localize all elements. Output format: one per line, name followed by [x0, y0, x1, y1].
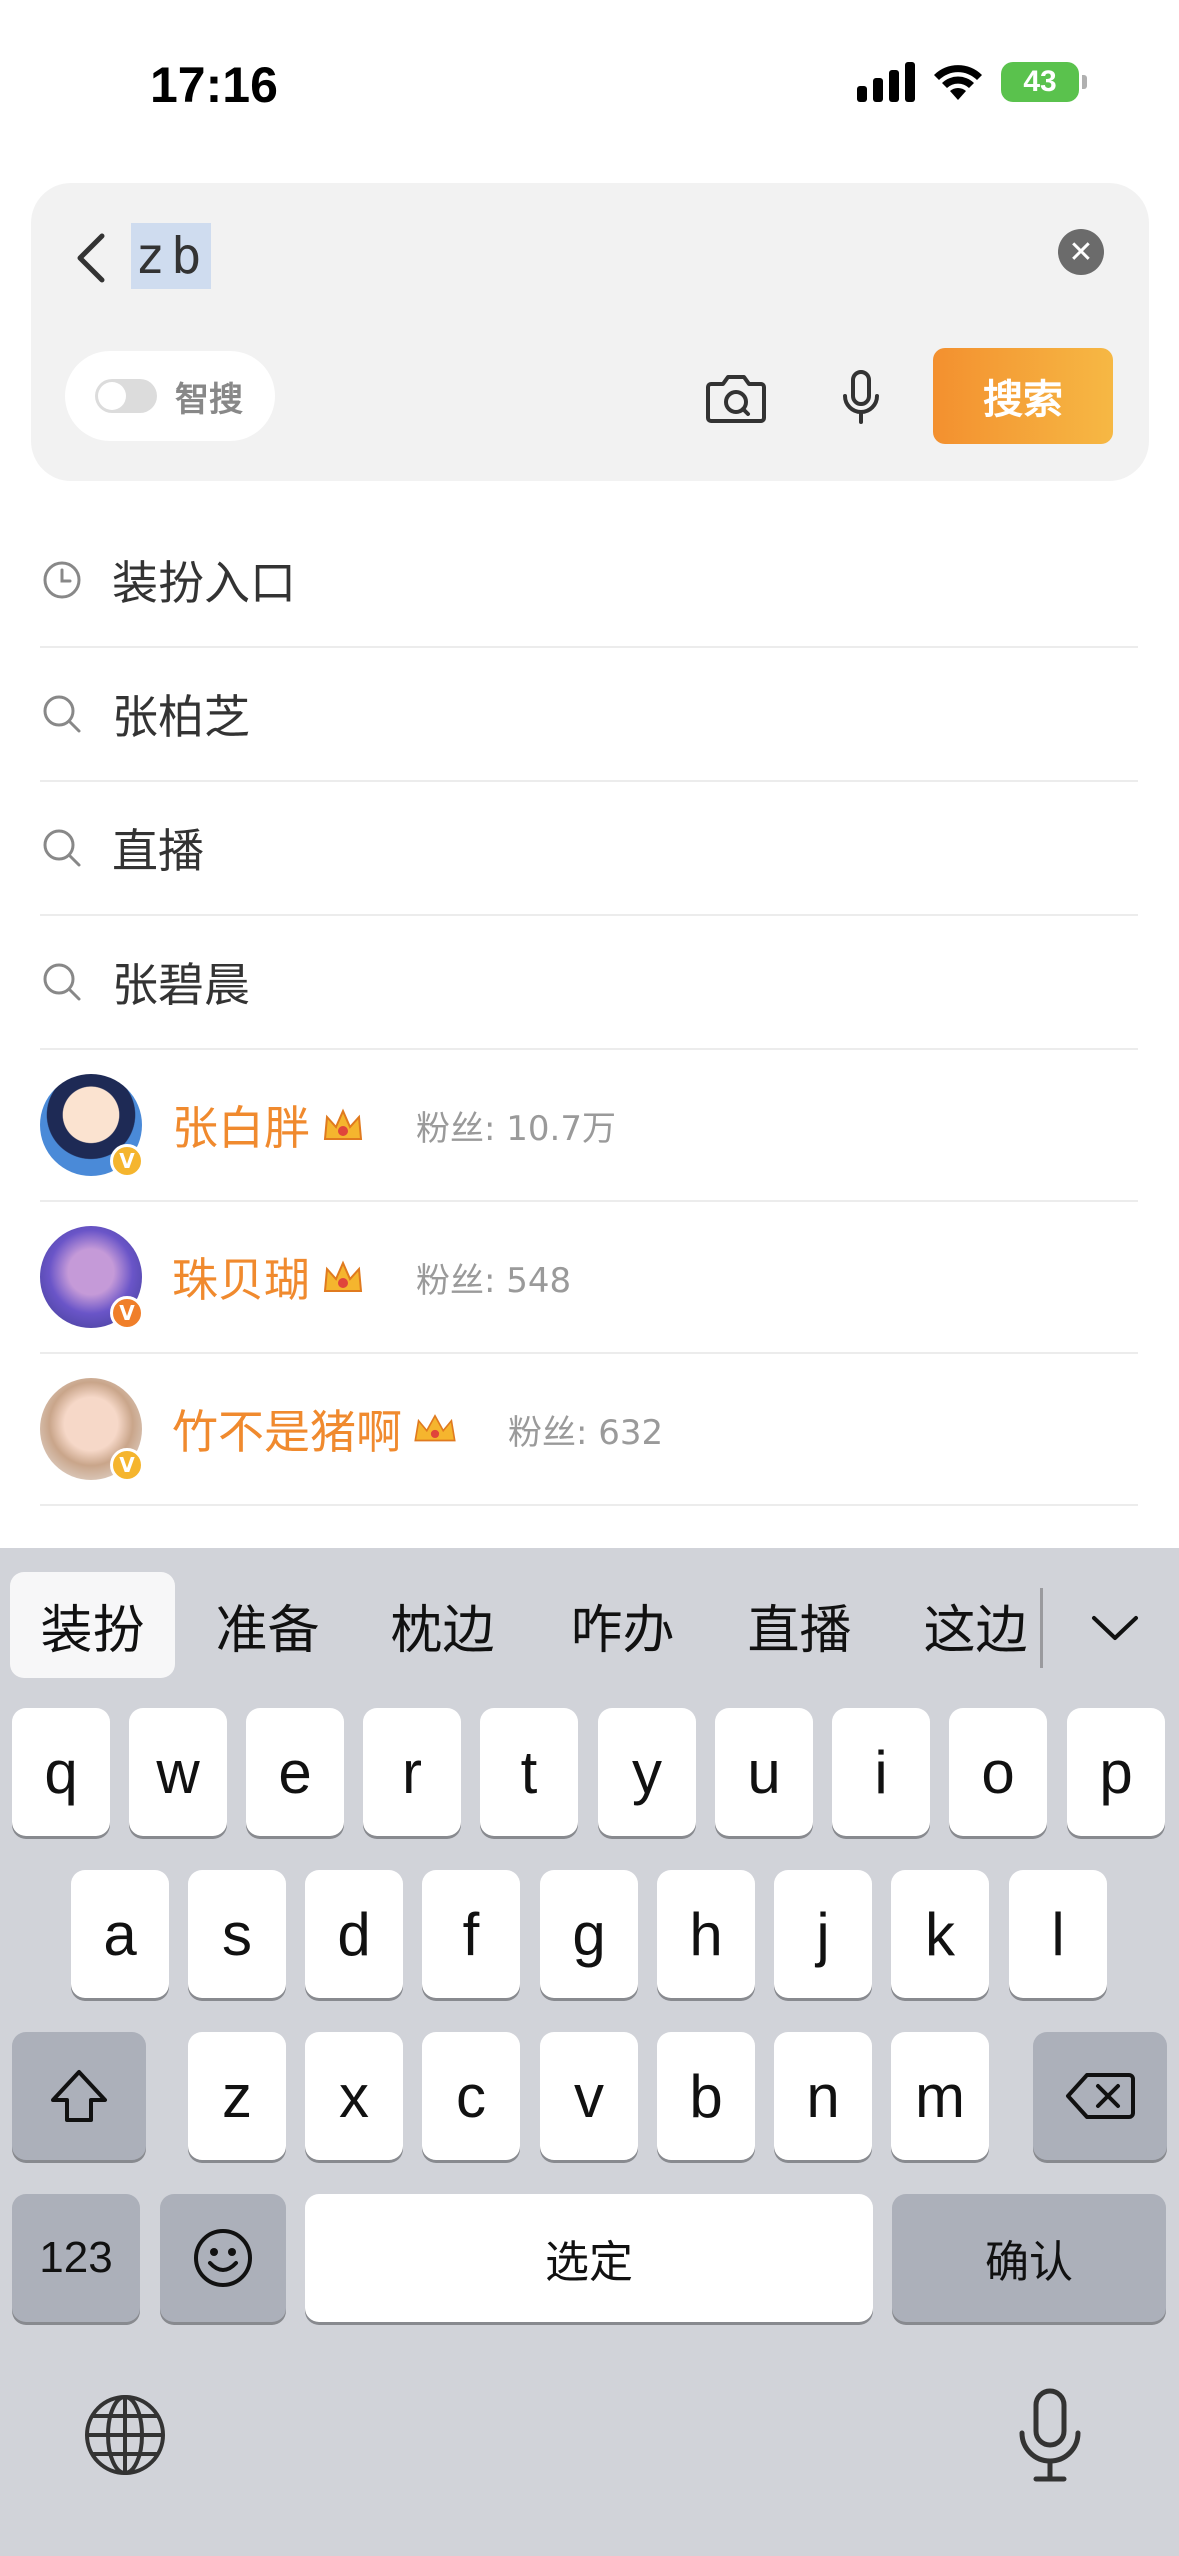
key-e[interactable]: e — [246, 1708, 344, 1836]
key-p[interactable]: p — [1067, 1708, 1165, 1836]
status-time: 17:16 — [150, 57, 278, 113]
key-z[interactable]: z — [188, 2032, 286, 2160]
key-d[interactable]: d — [305, 1870, 403, 1998]
suggestion-item[interactable]: 直播 — [40, 782, 1138, 916]
key-j[interactable]: j — [774, 1870, 872, 1998]
suggestion-item[interactable]: 张碧晨 — [40, 916, 1138, 1050]
cellular-signal-icon — [857, 62, 915, 102]
avatar[interactable]: V — [40, 1074, 144, 1178]
key-x[interactable]: x — [305, 2032, 403, 2160]
key-l[interactable]: l — [1009, 1870, 1107, 1998]
candidate-word[interactable]: 直播 — [722, 1572, 877, 1678]
key-y[interactable]: y — [598, 1708, 696, 1836]
user-name: 珠贝瑚 — [172, 1253, 310, 1307]
suggestion-text: 张柏芝 — [112, 690, 250, 744]
battery-level: 43 — [1023, 65, 1057, 98]
key-b[interactable]: b — [657, 2032, 755, 2160]
suggestion-text: 装扮入口 — [112, 556, 296, 610]
suggestion-item[interactable]: 张柏芝 — [40, 648, 1138, 782]
user-name: 张白胖 — [172, 1101, 310, 1155]
suggestion-list: 装扮入口 张柏芝 直播 张碧晨 V 张白胖 粉丝: 10.7万 V 珠贝瑚 粉丝… — [40, 514, 1138, 1506]
microphone-icon[interactable] — [816, 353, 906, 443]
search-icon — [40, 826, 84, 870]
fans-count: 粉丝: 10.7万 — [416, 1108, 616, 1149]
fans-count: 粉丝: 548 — [416, 1260, 572, 1301]
battery-icon: 43 — [1001, 62, 1087, 102]
crown-icon — [412, 1406, 458, 1452]
confirm-key[interactable]: 确认 — [892, 2194, 1166, 2322]
key-n[interactable]: n — [774, 2032, 872, 2160]
key-s[interactable]: s — [188, 1870, 286, 1998]
wifi-icon — [934, 65, 982, 100]
search-card: zb ✕ 智搜 搜索 — [31, 183, 1149, 481]
user-result-item[interactable]: V 竹不是猪啊 粉丝: 632 — [40, 1354, 1138, 1506]
key-r[interactable]: r — [363, 1708, 461, 1836]
clock-icon — [40, 558, 84, 602]
emoji-icon — [194, 2229, 252, 2287]
search-icon — [40, 960, 84, 1004]
key-t[interactable]: t — [480, 1708, 578, 1836]
suggestion-text: 直播 — [112, 824, 204, 878]
key-w[interactable]: w — [129, 1708, 227, 1836]
status-bar: 17:16 43 — [0, 0, 1179, 160]
key-k[interactable]: k — [891, 1870, 989, 1998]
shift-icon — [51, 2070, 107, 2122]
delete-key[interactable] — [1033, 2032, 1167, 2160]
toggle-switch[interactable] — [95, 379, 157, 413]
user-result-item[interactable]: V 张白胖 粉丝: 10.7万 — [40, 1050, 1138, 1202]
chevron-left-icon — [77, 233, 105, 283]
crown-icon — [320, 1102, 366, 1148]
verified-badge-icon: V — [110, 1144, 144, 1178]
avatar[interactable]: V — [40, 1226, 144, 1330]
shift-key[interactable] — [12, 2032, 146, 2160]
key-h[interactable]: h — [657, 1870, 755, 1998]
back-button[interactable] — [61, 223, 121, 293]
avatar[interactable]: V — [40, 1378, 144, 1482]
search-button[interactable]: 搜索 — [933, 348, 1113, 444]
key-v[interactable]: v — [540, 2032, 638, 2160]
chevron-down-icon[interactable] — [1075, 1588, 1155, 1668]
key-u[interactable]: u — [715, 1708, 813, 1836]
candidate-word[interactable]: 准备 — [190, 1572, 345, 1678]
camera-icon[interactable] — [691, 353, 781, 443]
key-i[interactable]: i — [832, 1708, 930, 1836]
user-result-item[interactable]: V 珠贝瑚 粉丝: 548 — [40, 1202, 1138, 1354]
verified-badge-icon: V — [110, 1448, 144, 1482]
candidate-divider — [1040, 1588, 1043, 1668]
dictation-mic-icon[interactable] — [1010, 2385, 1090, 2485]
suggestion-text: 张碧晨 — [112, 958, 250, 1012]
smart-search-toggle[interactable]: 智搜 — [65, 351, 275, 441]
suggestion-history-item[interactable]: 装扮入口 — [40, 514, 1138, 648]
search-input[interactable]: zb — [131, 223, 212, 289]
clear-icon[interactable]: ✕ — [1058, 229, 1104, 275]
emoji-key[interactable] — [160, 2194, 286, 2322]
candidate-word[interactable]: 这边 — [898, 1572, 1053, 1678]
smart-search-label: 智搜 — [175, 379, 243, 420]
fans-count: 粉丝: 632 — [508, 1412, 664, 1453]
candidate-bar: 装扮 准备 枕边 咋办 直播 这边 — [0, 1548, 1179, 1698]
key-o[interactable]: o — [949, 1708, 1047, 1836]
key-m[interactable]: m — [891, 2032, 989, 2160]
globe-icon[interactable] — [80, 2390, 170, 2480]
space-key[interactable]: 选定 — [305, 2194, 873, 2322]
verified-badge-icon: V — [110, 1296, 144, 1330]
numbers-key[interactable]: 123 — [12, 2194, 140, 2322]
key-a[interactable]: a — [71, 1870, 169, 1998]
candidate-word[interactable]: 装扮 — [10, 1572, 175, 1678]
candidate-word[interactable]: 咋办 — [545, 1572, 700, 1678]
crown-icon — [320, 1254, 366, 1300]
candidate-word[interactable]: 枕边 — [365, 1572, 520, 1678]
key-c[interactable]: c — [422, 2032, 520, 2160]
search-icon — [40, 692, 84, 736]
key-q[interactable]: q — [12, 1708, 110, 1836]
key-f[interactable]: f — [422, 1870, 520, 1998]
status-icons: 43 — [857, 62, 1087, 102]
user-name: 竹不是猪啊 — [172, 1405, 402, 1459]
key-g[interactable]: g — [540, 1870, 638, 1998]
backspace-icon — [1066, 2073, 1135, 2119]
